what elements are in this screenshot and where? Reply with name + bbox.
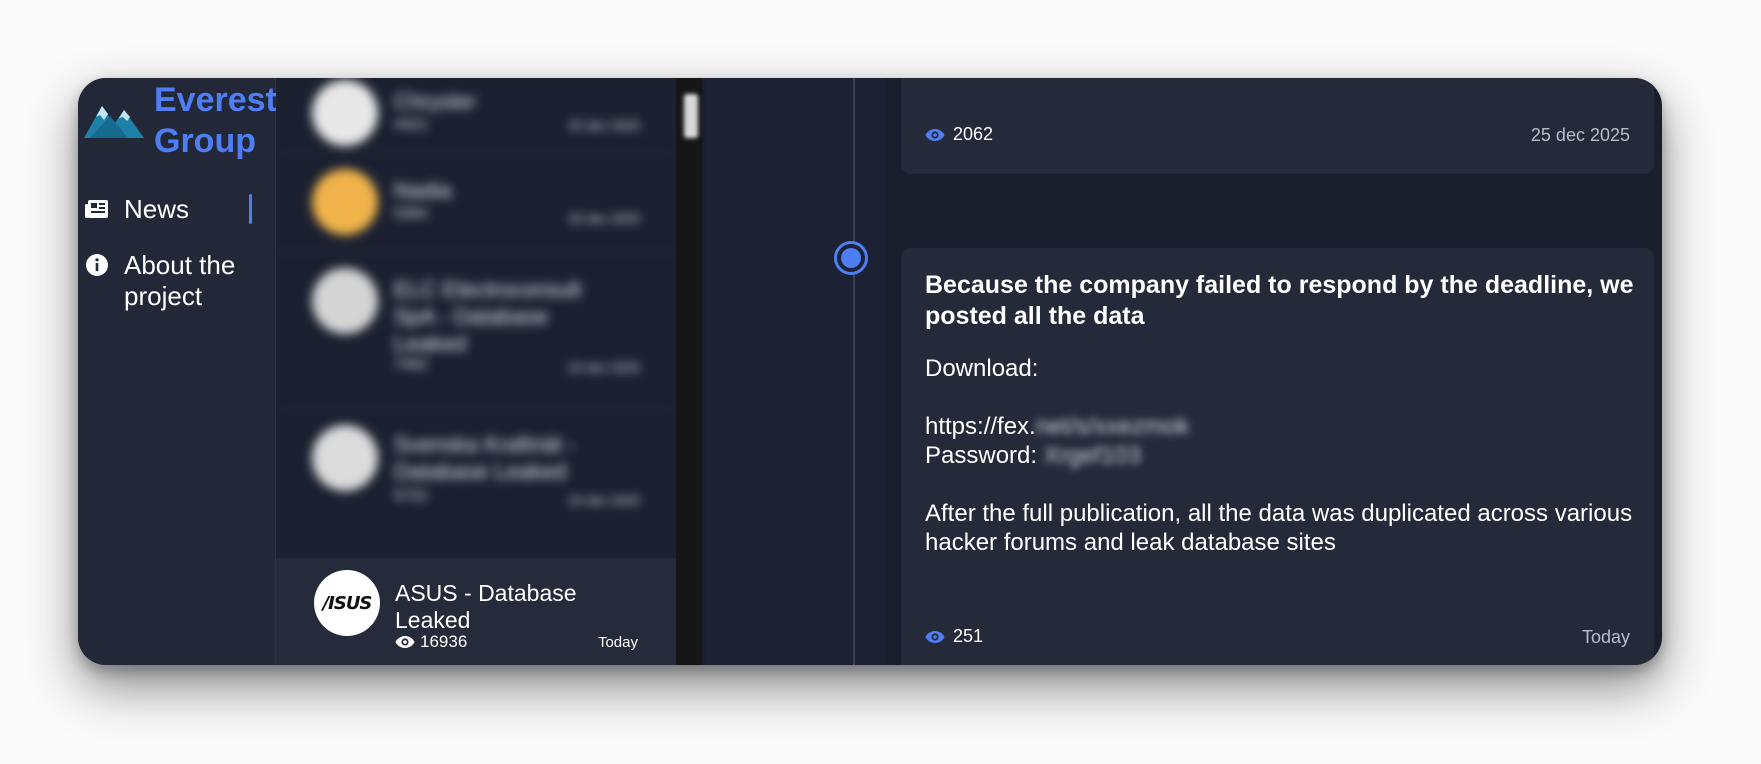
card-views: 2062 (925, 124, 993, 145)
nav-item-news-label: News (124, 194, 190, 224)
list-item-title: Chrysler (394, 89, 476, 114)
eye-icon (925, 630, 945, 643)
scrollbar-thumb[interactable] (684, 94, 698, 138)
timeline-line (853, 78, 855, 665)
brand-name: Everest Group (154, 80, 277, 162)
redacted-link: net/s/xxezmok (1035, 413, 1190, 440)
newspaper-icon (84, 196, 110, 222)
list-item-views: 4421 (394, 116, 428, 133)
news-list: Chrysler 4421 25 dec 2025 Nadia 5364 25 … (276, 78, 676, 665)
card-date: 25 dec 2025 (1530, 125, 1630, 145)
list-item-views: 16936 (395, 632, 467, 652)
timeline-column (705, 78, 885, 665)
list-item-views: 5364 (394, 205, 428, 222)
download-label: Download: (925, 355, 1039, 382)
eye-icon (395, 636, 415, 648)
eye-icon (925, 128, 945, 141)
list-item-date: 25 dec 2025 (568, 118, 640, 133)
mountain-icon (84, 106, 144, 138)
company-logo (312, 268, 378, 334)
brand-logo[interactable]: Everest Group (84, 80, 284, 160)
company-logo (312, 425, 378, 491)
nav-item-news[interactable]: News (84, 194, 189, 225)
card-body: Download: https://fex.net/s/xxezmok Pass… (925, 354, 1645, 557)
active-indicator (249, 194, 252, 224)
list-item-date: 24 dec 2025 (568, 493, 640, 508)
body-text: After the full publication, all the data… (925, 500, 1633, 556)
nav-item-about-label: About the project (124, 250, 236, 311)
list-item-active[interactable]: /ISUS ASUS - Database Leaked 16936 Today (276, 558, 676, 665)
list-item[interactable]: ELC Electroconsult SpA - Database Leaked… (276, 252, 676, 409)
asus-logo: /ISUS (314, 570, 380, 636)
list-item[interactable]: Nadia 5364 25 dec 2025 (276, 153, 676, 252)
news-card: Because the company failed to respond by… (901, 248, 1654, 665)
card-date: Today (1581, 627, 1630, 647)
app-window: Everest Group News About the project Chr… (78, 78, 1662, 665)
company-logo (312, 80, 378, 146)
list-item-views: 7462 (394, 356, 428, 373)
timeline-marker (834, 241, 868, 275)
brand-name-line2: Group (154, 122, 256, 160)
brand-name-line1: Everest (154, 81, 277, 119)
list-item[interactable]: Svenska Kraftnät - Database Leaked 5722 … (276, 409, 676, 558)
list-item-date: Today (597, 634, 638, 651)
list-scrollbar[interactable] (676, 78, 702, 665)
list-item-title: Nadia (394, 178, 452, 203)
sidebar: Everest Group News About the project (78, 78, 277, 665)
list-item-title: Svenska Kraftnät - Database Leaked (394, 432, 575, 484)
info-icon (84, 252, 110, 278)
list-item[interactable]: Chrysler 4421 25 dec 2025 (276, 78, 676, 153)
list-item-title: ELC Electroconsult SpA - Database Leaked (394, 277, 582, 356)
list-item-views: 5722 (394, 487, 428, 504)
list-item-date: 24 dec 2025 (568, 360, 640, 375)
news-card: 2062 25 dec 2025 (901, 78, 1654, 174)
nav-item-about[interactable]: About the project (84, 250, 264, 312)
card-title: Because the company failed to respond by… (925, 271, 1634, 330)
list-item-title: ASUS - Database Leaked (395, 580, 577, 633)
redacted-password: Xrgef103 (1043, 442, 1142, 469)
card-views: 251 (925, 626, 983, 647)
list-item-date: 25 dec 2025 (568, 211, 640, 226)
password-line: Password: Xrgef103 (925, 442, 1142, 469)
download-link[interactable]: https://fex.net/s/xxezmok (925, 412, 1645, 441)
company-logo (312, 169, 378, 235)
